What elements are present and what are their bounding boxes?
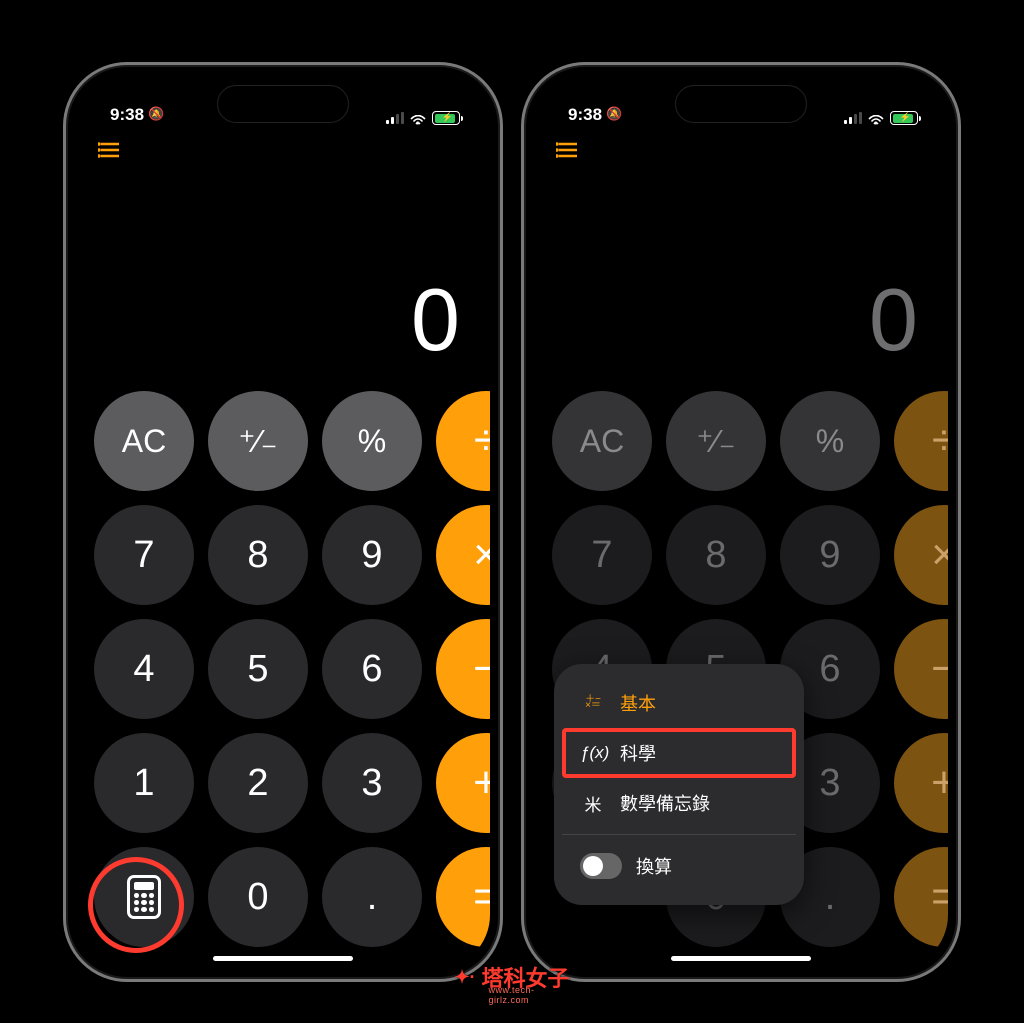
key-0[interactable]: 0 (208, 847, 308, 947)
convert-toggle[interactable] (580, 853, 622, 879)
key-sign[interactable]: ⁺∕₋ (666, 391, 766, 491)
key-minus[interactable]: − (436, 619, 490, 719)
key-percent[interactable]: % (322, 391, 422, 491)
key-divide[interactable]: ÷ (894, 391, 948, 491)
key-percent[interactable]: % (780, 391, 880, 491)
calculator-icon (127, 875, 161, 919)
history-icon[interactable] (556, 140, 580, 160)
status-bar: 9:38 (534, 75, 948, 127)
status-time: 9:38 (568, 105, 602, 125)
key-dot[interactable]: . (322, 847, 422, 947)
key-plus[interactable]: + (436, 733, 490, 833)
key-6[interactable]: 6 (322, 619, 422, 719)
key-8[interactable]: 8 (208, 505, 308, 605)
key-equals[interactable]: = (436, 847, 490, 947)
basic-mode-icon: ＋− ×＝ (580, 697, 606, 709)
battery-icon (890, 111, 918, 125)
home-indicator[interactable] (671, 956, 811, 961)
status-bar: 9:38 (76, 75, 490, 127)
key-mode[interactable] (94, 847, 194, 947)
wifi-icon (410, 112, 426, 124)
silent-icon (148, 108, 162, 122)
screen-left: 9:38 0 AC (76, 75, 490, 969)
key-3[interactable]: 3 (322, 733, 422, 833)
menu-label-scientific: 科學 (620, 740, 656, 766)
scientific-mode-icon: ƒ(x) (580, 743, 606, 763)
wifi-icon (868, 112, 884, 124)
menu-item-convert[interactable]: 換算 (562, 841, 796, 891)
display-area: 0 (534, 173, 948, 383)
display-area: 0 (76, 173, 490, 383)
key-multiply[interactable]: × (894, 505, 948, 605)
menu-item-scientific[interactable]: ƒ(x) 科學 (562, 728, 796, 778)
key-ac[interactable]: AC (552, 391, 652, 491)
key-multiply[interactable]: × (436, 505, 490, 605)
status-time: 9:38 (110, 105, 144, 125)
display-value: 0 (869, 269, 918, 371)
home-indicator[interactable] (213, 956, 353, 961)
screen-right: 9:38 0 AC (534, 75, 948, 969)
menu-label-math-notes: 數學備忘錄 (620, 790, 710, 816)
keypad: AC ⁺∕₋ % ÷ 7 8 9 × 4 5 6 − 1 2 3 + (76, 383, 490, 969)
key-9[interactable]: 9 (322, 505, 422, 605)
cellular-icon (386, 112, 404, 124)
math-notes-icon: 米 (580, 791, 606, 816)
history-icon[interactable] (98, 140, 122, 160)
key-2[interactable]: 2 (208, 733, 308, 833)
display-value: 0 (411, 269, 460, 371)
iphone-left: 9:38 0 AC (63, 62, 503, 982)
key-plus[interactable]: + (894, 733, 948, 833)
iphone-right: 9:38 0 AC (521, 62, 961, 982)
key-1[interactable]: 1 (94, 733, 194, 833)
key-sign[interactable]: ⁺∕₋ (208, 391, 308, 491)
cellular-icon (844, 112, 862, 124)
key-ac[interactable]: AC (94, 391, 194, 491)
spark-icon: ✦· (454, 967, 475, 988)
key-7[interactable]: 7 (94, 505, 194, 605)
key-divide[interactable]: ÷ (436, 391, 490, 491)
key-7[interactable]: 7 (552, 505, 652, 605)
menu-label-basic: 基本 (620, 690, 656, 716)
mode-menu: ＋− ×＝ 基本 ƒ(x) 科學 米 數學備忘錄 換算 (554, 664, 804, 905)
silent-icon (606, 108, 620, 122)
menu-label-convert: 換算 (636, 853, 672, 879)
key-minus[interactable]: − (894, 619, 948, 719)
key-5[interactable]: 5 (208, 619, 308, 719)
menu-item-basic[interactable]: ＋− ×＝ 基本 (562, 678, 796, 728)
watermark: ✦· 塔科女子 www.tech-girlz.com (454, 961, 569, 993)
key-8[interactable]: 8 (666, 505, 766, 605)
menu-item-math-notes[interactable]: 米 數學備忘錄 (562, 778, 796, 828)
key-4[interactable]: 4 (94, 619, 194, 719)
watermark-subtitle: www.tech-girlz.com (488, 985, 569, 1005)
key-equals[interactable]: = (894, 847, 948, 947)
battery-icon (432, 111, 460, 125)
key-9[interactable]: 9 (780, 505, 880, 605)
menu-separator (562, 834, 796, 835)
